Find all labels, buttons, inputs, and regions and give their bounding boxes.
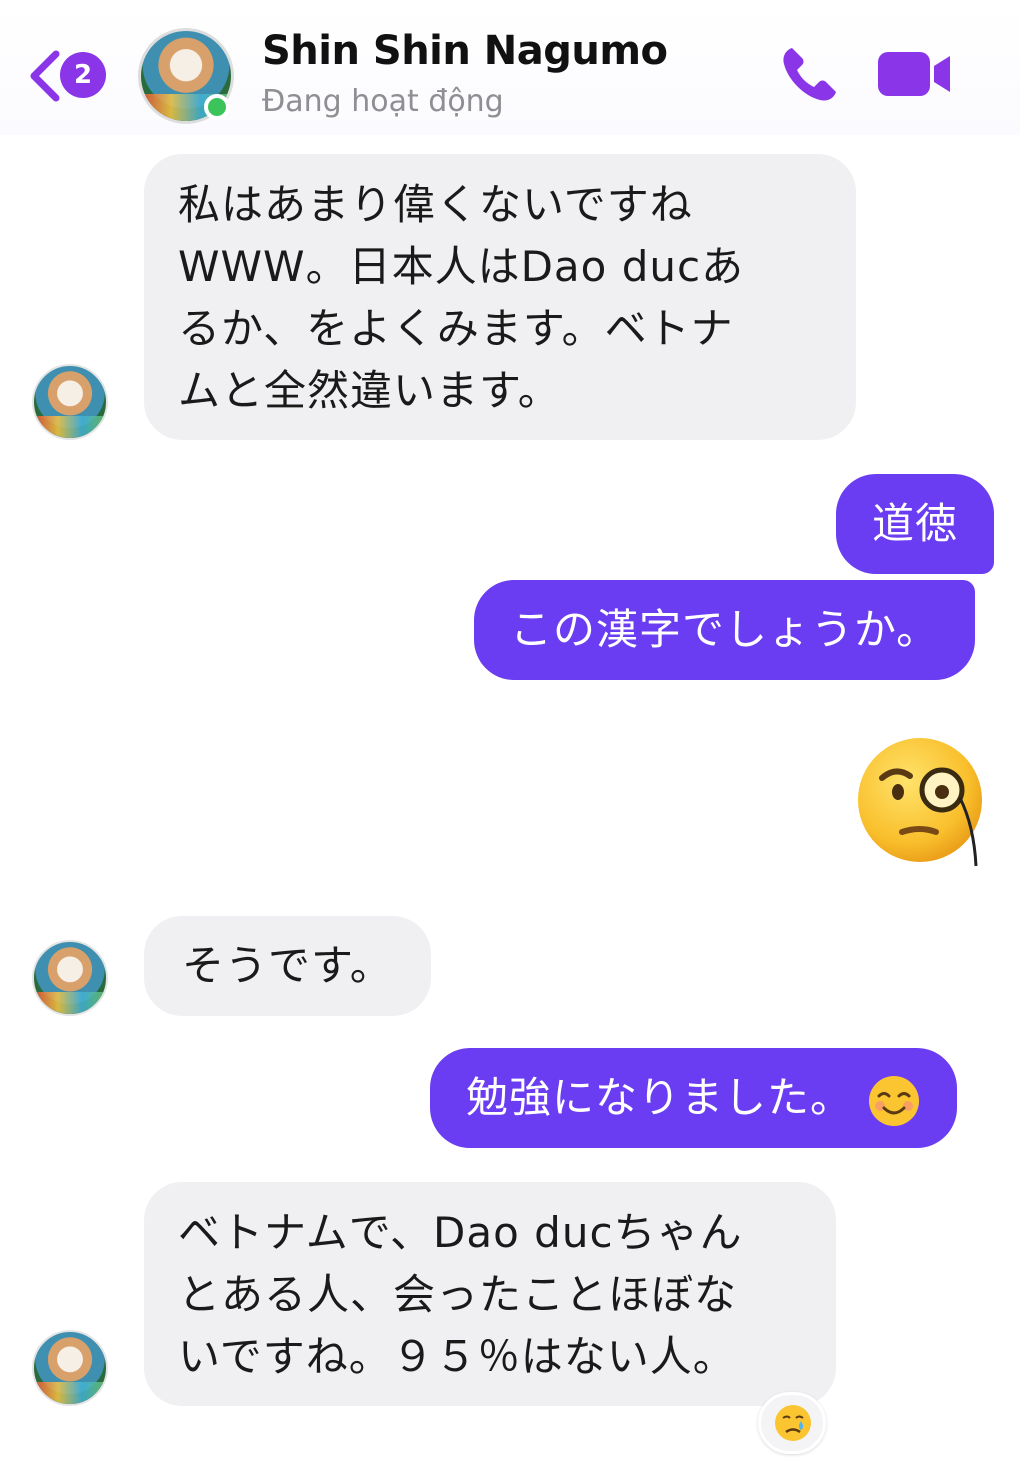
sender-avatar[interactable] xyxy=(32,1330,108,1406)
active-status: Đang hoạt động xyxy=(262,84,504,119)
sender-avatar[interactable] xyxy=(32,364,108,440)
message-line: いですね。９５％はない人。 xyxy=(178,1332,736,1381)
sent-message[interactable]: 道徳 xyxy=(836,474,995,574)
face-with-monocle-emoji[interactable] xyxy=(856,736,992,872)
sent-message[interactable]: この漢字でしょうか。 xyxy=(474,580,976,680)
message-reaction[interactable] xyxy=(758,1392,826,1454)
video-camera-icon[interactable] xyxy=(876,48,952,100)
phone-icon[interactable] xyxy=(778,42,842,106)
message-line: るか、をよくみます。ベトナ xyxy=(178,304,734,353)
message-line: ベトナムで、Dao ducちゃん xyxy=(178,1208,743,1257)
smiling-face-emoji xyxy=(869,1075,920,1126)
message-line: WWW。日本人はDao ducあ xyxy=(178,242,745,291)
chevron-left-icon[interactable] xyxy=(24,46,64,106)
unread-count-badge[interactable]: 2 xyxy=(60,52,106,98)
message-text: 勉強になりました。 xyxy=(466,1073,854,1122)
received-message[interactable]: ベトナムで、Dao ducちゃん とある人、会ったことほぼな いですね。９５％は… xyxy=(144,1182,836,1406)
sent-message[interactable]: 勉強になりました。 xyxy=(430,1048,958,1148)
message-line: 私はあまり偉くないですね xyxy=(178,180,693,229)
received-message[interactable]: 私はあまり偉くないですね WWW。日本人はDao ducあ るか、をよくみます。… xyxy=(144,154,856,440)
contact-name[interactable]: Shin Shin Nagumo xyxy=(262,28,668,74)
message-line: ムと全然違います。 xyxy=(178,366,561,415)
received-message[interactable]: そうです。 xyxy=(144,916,431,1016)
sender-avatar[interactable] xyxy=(32,940,108,1016)
online-status-dot xyxy=(204,94,230,120)
message-line: とある人、会ったことほぼな xyxy=(178,1270,738,1319)
chat-header: 2 Shin Shin Nagumo Đang hoạt động xyxy=(0,0,1020,135)
crying-face-icon xyxy=(775,1405,811,1441)
